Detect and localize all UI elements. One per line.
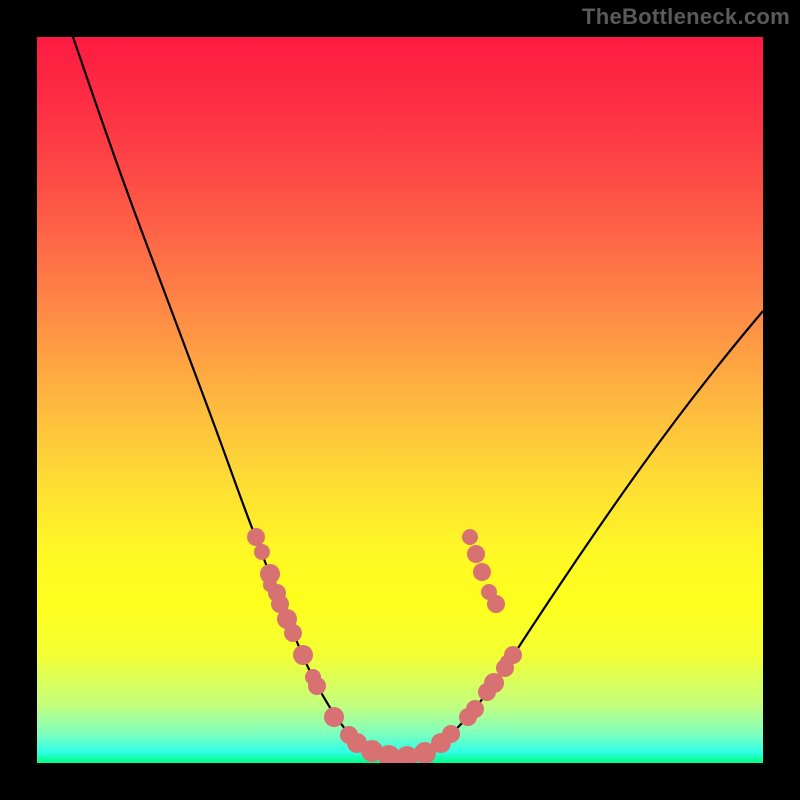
data-point-marker — [284, 624, 302, 642]
data-point-marker — [462, 529, 478, 545]
data-point-marker — [442, 725, 460, 743]
data-point-marker — [500, 655, 514, 669]
data-point-marker — [473, 563, 491, 581]
data-point-marker — [293, 645, 313, 665]
data-point-marker — [481, 584, 497, 600]
chart-frame: TheBottleneck.com — [0, 0, 800, 800]
data-point-marker — [467, 545, 485, 563]
data-point-marker — [466, 700, 484, 718]
data-point-marker — [254, 544, 270, 560]
bottleneck-curve — [37, 37, 763, 763]
data-point-marker — [324, 707, 344, 727]
data-point-marker — [247, 528, 265, 546]
watermark-text: TheBottleneck.com — [582, 4, 790, 30]
data-point-marker — [308, 677, 326, 695]
plot-area — [37, 37, 763, 763]
